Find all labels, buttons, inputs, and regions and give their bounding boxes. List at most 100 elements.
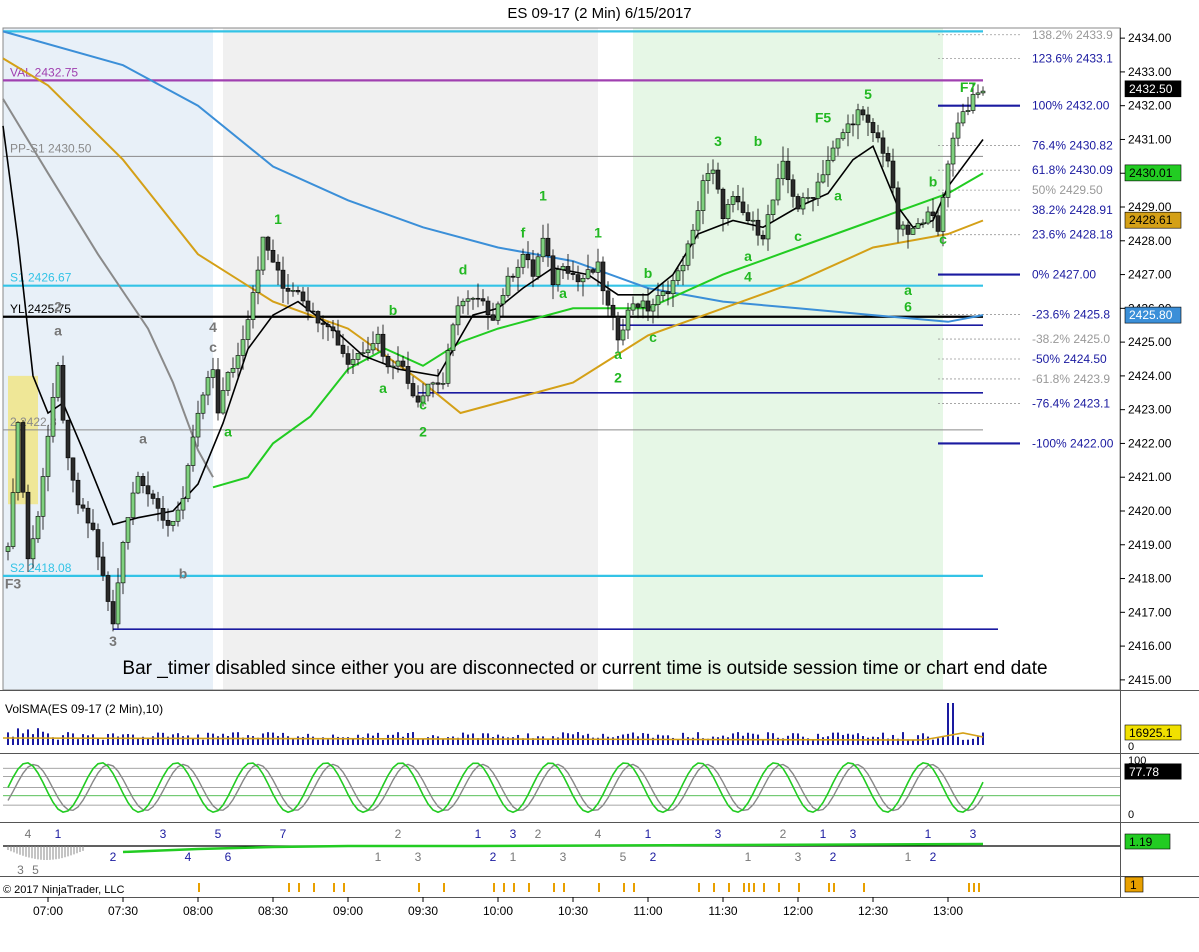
volume-bar <box>822 737 824 745</box>
candle-body <box>965 110 971 112</box>
price-badge: 2428.61 <box>1124 211 1182 229</box>
wave-label: b <box>389 302 398 318</box>
event-mark <box>623 883 625 892</box>
wave-label: 1 <box>539 187 547 203</box>
event-mark <box>798 883 800 892</box>
wave-oscillator-label: 2 <box>780 827 787 841</box>
candle-body <box>120 542 126 584</box>
candle <box>960 103 966 127</box>
wave-oscillator-label: 3 <box>970 827 977 841</box>
candle-body <box>585 269 591 279</box>
candle-body <box>710 169 716 174</box>
wave-label: a <box>834 187 842 203</box>
candle-body <box>140 476 146 487</box>
volume-bar <box>717 737 719 745</box>
volume-bar <box>712 736 714 745</box>
chart-canvas[interactable]: VAL 2432.75 PP-S1 2430.50 S1 2426.67 YL 242… <box>0 0 1199 952</box>
candle-body <box>70 457 76 481</box>
candle-body <box>150 493 156 499</box>
candle <box>20 419 26 498</box>
volume-bar <box>57 739 59 745</box>
candle-body <box>600 261 606 292</box>
candle-body <box>685 243 691 266</box>
candle-body <box>245 319 251 340</box>
volume-bar <box>187 735 189 745</box>
wave-oscillator-label: 6 <box>225 850 232 864</box>
volume-bar <box>392 734 394 745</box>
y-tick-label: 2432.00 <box>1128 99 1172 113</box>
fib-level-label: -76.4% 2423.1 <box>1032 397 1110 411</box>
volume-bar <box>92 734 94 745</box>
candle-body <box>445 350 451 384</box>
x-tick-label: 10:00 <box>483 904 513 918</box>
wave-oscillator-label: 3 <box>795 850 802 864</box>
candle-body <box>565 266 571 274</box>
candle <box>60 355 66 424</box>
candle-body <box>350 359 356 365</box>
volume-bar <box>137 738 139 745</box>
candle-body <box>380 333 386 357</box>
wave-label: a <box>559 285 567 301</box>
candle-body <box>185 465 191 499</box>
wave-oscillator-label: 1 <box>745 850 752 864</box>
wave-oscillator-label: 1 <box>905 850 912 864</box>
candle-body <box>925 211 931 224</box>
price-badge-value: 2428.61 <box>1129 213 1173 227</box>
candle-body <box>30 538 36 560</box>
candle-body <box>475 297 481 300</box>
candle-body <box>35 515 41 540</box>
volume-bar <box>172 734 174 745</box>
event-mark <box>493 883 495 892</box>
wave-label: a <box>224 424 232 440</box>
time-axis[interactable]: 07:00 07:30 08:00 08:30 09:00 09:30 10:00 10:30… <box>33 897 963 918</box>
x-tick-label: 11:30 <box>708 904 737 918</box>
candle-body <box>955 122 961 139</box>
candle-body <box>20 422 26 493</box>
volume-bar <box>552 736 554 745</box>
event-mark <box>778 883 780 892</box>
candle-body <box>830 147 836 161</box>
candle-body <box>465 298 471 302</box>
volume-bar <box>832 732 834 745</box>
candle <box>955 112 961 147</box>
wave-oscillator-label: 5 <box>215 827 222 841</box>
y-tick-label: 2428.00 <box>1128 234 1172 248</box>
candle-body <box>330 326 336 332</box>
candle-body <box>25 491 31 560</box>
wave-label: 2 <box>54 299 62 315</box>
candle-body <box>115 582 121 625</box>
candle-body <box>125 517 131 543</box>
volume-bar <box>612 737 614 745</box>
volume-bar <box>222 733 224 745</box>
candle-body <box>940 197 946 232</box>
volume-bar <box>637 736 639 745</box>
candle-body <box>5 546 11 552</box>
candle <box>25 484 31 573</box>
price-axis[interactable]: 2415.00 2416.00 2417.00 2418.00 2419.00 2420.… <box>1120 31 1172 687</box>
candle-body <box>890 160 896 189</box>
candle-body <box>515 266 521 278</box>
candle <box>795 193 801 213</box>
y-tick-label: 2434.00 <box>1128 31 1172 45</box>
volume-bar <box>352 739 354 745</box>
volume-bar <box>217 736 219 745</box>
volume-bar <box>947 703 949 745</box>
event-mark <box>748 883 750 892</box>
volume-bar <box>107 733 109 745</box>
fib-level-label: 61.8% 2430.09 <box>1032 163 1113 177</box>
wave-label: f <box>521 224 526 240</box>
candle-body <box>815 181 821 199</box>
event-mark <box>968 883 970 892</box>
volume-bar <box>877 737 879 745</box>
volume-bar <box>872 736 874 745</box>
candle-body <box>130 492 136 518</box>
candle-body <box>285 288 291 292</box>
price-badge-value: 2425.80 <box>1129 308 1173 322</box>
event-mark <box>513 883 515 892</box>
volume-label: VolSMA(ES 09-17 (2 Min),10) <box>5 702 163 716</box>
volume-bar <box>827 736 829 745</box>
candle-body <box>970 94 976 111</box>
fib-level-label: -38.2% 2425.0 <box>1032 332 1110 346</box>
candle-body <box>670 280 676 295</box>
session-bg-midday <box>633 28 943 690</box>
